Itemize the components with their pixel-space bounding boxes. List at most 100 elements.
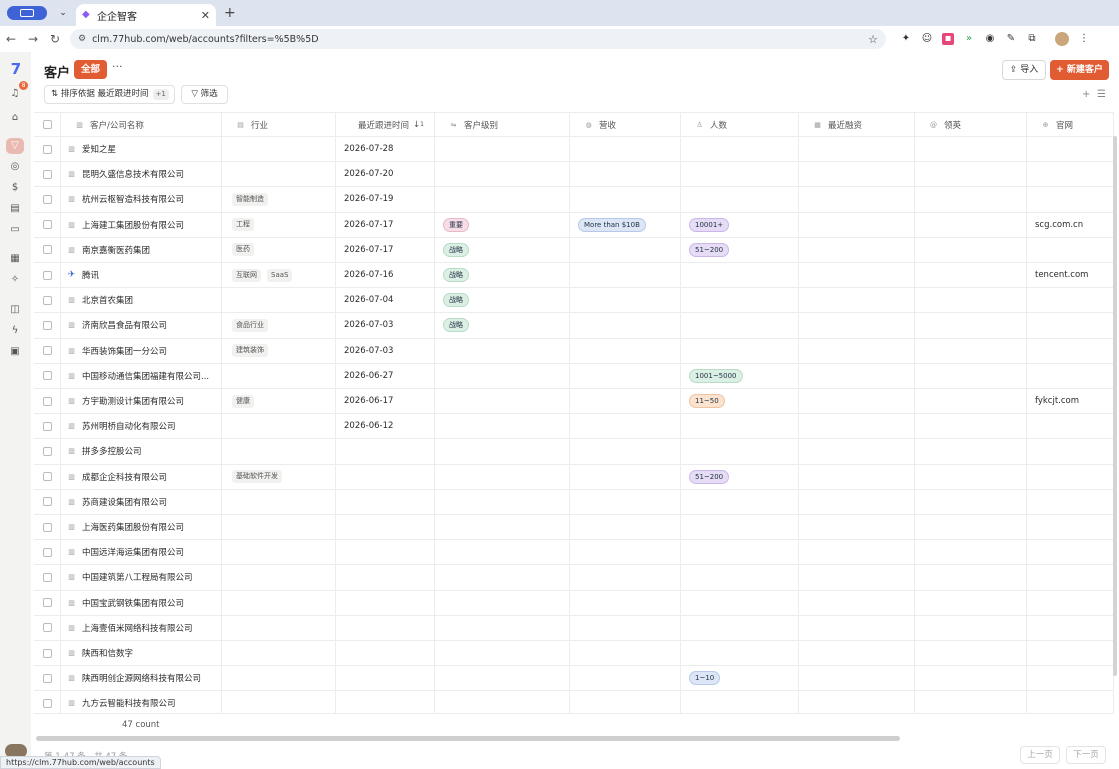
revenue-cell[interactable] xyxy=(570,615,681,640)
company-name-cell[interactable]: ▥ 中国宝武钢铁集团有限公司 xyxy=(61,590,222,615)
website-cell[interactable] xyxy=(1027,288,1114,313)
table-row[interactable]: ▥ 爱知之星 2026-07-28 xyxy=(34,137,1114,163)
account-level-cell[interactable]: 战略 xyxy=(435,237,570,262)
industry-cell[interactable]: 建筑装饰 xyxy=(222,338,336,363)
next-page-button[interactable]: 下一页 xyxy=(1066,746,1106,764)
funding-cell[interactable] xyxy=(799,615,915,640)
table-row[interactable]: ▥ 杭州云枢智造科技有限公司 智能制造 2026-07-19 xyxy=(34,187,1114,213)
window-switcher-button[interactable] xyxy=(7,6,47,20)
last-followup-cell[interactable] xyxy=(336,590,435,615)
add-column-icon[interactable]: + xyxy=(1082,89,1090,100)
funding-cell[interactable] xyxy=(799,691,915,716)
browser-menu-icon[interactable]: ⋮ xyxy=(1078,33,1090,45)
tab-search-chevron-icon[interactable]: ⌄ xyxy=(56,6,70,20)
last-followup-cell[interactable]: 2026-07-28 xyxy=(336,137,435,162)
company-name[interactable]: 方宇勘测设计集团有限公司 xyxy=(82,395,184,407)
reload-icon[interactable]: ↻ xyxy=(44,32,66,46)
account-level-cell[interactable] xyxy=(435,439,570,464)
funding-cell[interactable] xyxy=(799,212,915,237)
table-row[interactable]: ▥ 昆明久盛信息技术有限公司 2026-07-20 xyxy=(34,162,1114,188)
row-select-cell[interactable] xyxy=(34,615,61,640)
headcount-cell[interactable]: 51~200 xyxy=(681,237,799,262)
company-name[interactable]: 爱知之星 xyxy=(82,143,116,155)
website-cell[interactable] xyxy=(1027,464,1114,489)
revenue-cell[interactable] xyxy=(570,590,681,615)
row-checkbox[interactable] xyxy=(43,421,52,431)
website-cell[interactable] xyxy=(1027,162,1114,187)
website-cell[interactable] xyxy=(1027,137,1114,162)
last-followup-cell[interactable] xyxy=(336,515,435,540)
import-button[interactable]: ⇪ 导入 xyxy=(1002,60,1046,80)
website-link[interactable]: scg.com.cn xyxy=(1035,220,1083,230)
industry-cell[interactable]: 基础软件开发 xyxy=(222,464,336,489)
website-cell[interactable] xyxy=(1027,414,1114,439)
row-checkbox[interactable] xyxy=(43,396,52,406)
website-cell[interactable] xyxy=(1027,641,1114,666)
headcount-cell[interactable] xyxy=(681,313,799,338)
company-name-cell[interactable]: ▥ 中国建筑第八工程局有限公司 xyxy=(61,565,222,590)
select-all-checkbox[interactable] xyxy=(43,120,52,129)
headcount-cell[interactable] xyxy=(681,615,799,640)
revenue-cell[interactable] xyxy=(570,313,681,338)
account-level-cell[interactable] xyxy=(435,489,570,514)
funding-cell[interactable] xyxy=(799,313,915,338)
last-followup-cell[interactable] xyxy=(336,439,435,464)
company-name-cell[interactable]: ▥ 上海建工集团股份有限公司 xyxy=(61,212,222,237)
company-name-cell[interactable]: ▥ 方宇勘测设计集团有限公司 xyxy=(61,389,222,414)
sort-direction-icon[interactable]: ↓ xyxy=(413,120,420,130)
website-cell[interactable] xyxy=(1027,363,1114,388)
company-name[interactable]: 中国远洋海运集团有限公司 xyxy=(82,546,184,558)
row-select-cell[interactable] xyxy=(34,515,61,540)
last-followup-cell[interactable]: 2026-07-04 xyxy=(336,288,435,313)
last-followup-cell[interactable]: 2026-07-19 xyxy=(336,187,435,212)
headcount-cell[interactable]: 51~200 xyxy=(681,464,799,489)
row-checkbox[interactable] xyxy=(43,194,52,204)
revenue-cell[interactable] xyxy=(570,540,681,565)
company-name-cell[interactable]: ▥ 南京嘉衡医药集团 xyxy=(61,237,222,262)
table-row[interactable]: ▥ 华西装饰集团一分公司 建筑装饰 2026-07-03 xyxy=(34,338,1114,364)
script-extension-icon[interactable]: ✎ xyxy=(1005,33,1017,45)
row-checkbox[interactable] xyxy=(43,572,52,582)
industry-cell[interactable] xyxy=(222,666,336,691)
industry-cell[interactable] xyxy=(222,439,336,464)
row-checkbox[interactable] xyxy=(43,169,52,179)
company-name-cell[interactable]: ▥ 拼多多控股公司 xyxy=(61,439,222,464)
column-header[interactable]: ◍ 营收 xyxy=(570,113,681,136)
sparkle-extension-icon[interactable]: ✦ xyxy=(900,33,912,45)
revenue-cell[interactable] xyxy=(570,237,681,262)
headcount-cell[interactable] xyxy=(681,263,799,288)
table-row[interactable]: ▥ 陕西和信数字 xyxy=(34,641,1114,667)
funding-cell[interactable] xyxy=(799,464,915,489)
table-row[interactable]: ▥ 南京嘉衡医药集团 医药 2026-07-17 战略 51~200 xyxy=(34,237,1114,263)
funding-cell[interactable] xyxy=(799,439,915,464)
headcount-cell[interactable] xyxy=(681,590,799,615)
sidebar-notes-icon[interactable]: ▣ xyxy=(8,345,22,359)
row-select-cell[interactable] xyxy=(34,439,61,464)
column-header[interactable]: ♙ 人数 xyxy=(681,113,799,136)
row-checkbox[interactable] xyxy=(43,673,52,683)
pink-extension-icon[interactable]: ▪ xyxy=(942,33,954,45)
last-followup-cell[interactable]: 2026-06-12 xyxy=(336,414,435,439)
last-followup-cell[interactable] xyxy=(336,615,435,640)
site-settings-icon[interactable]: ⚙ xyxy=(78,34,86,44)
table-row[interactable]: ▥ 北京首农集团 2026-07-04 战略 xyxy=(34,288,1114,314)
account-level-cell[interactable] xyxy=(435,464,570,489)
company-name-cell[interactable]: ▥ 杭州云枢智造科技有限公司 xyxy=(61,187,222,212)
linkedin-cell[interactable] xyxy=(915,187,1027,212)
website-cell[interactable] xyxy=(1027,338,1114,363)
website-link[interactable]: fykcjt.com xyxy=(1035,396,1079,406)
funding-cell[interactable] xyxy=(799,237,915,262)
industry-cell[interactable] xyxy=(222,641,336,666)
website-cell[interactable] xyxy=(1027,489,1114,514)
company-name-cell[interactable]: ▥ 中国远洋海运集团有限公司 xyxy=(61,540,222,565)
company-name-cell[interactable]: ▥ 陕西明创企源网络科技有限公司 xyxy=(61,666,222,691)
linkedin-cell[interactable] xyxy=(915,313,1027,338)
revenue-cell[interactable] xyxy=(570,565,681,590)
website-cell[interactable] xyxy=(1027,187,1114,212)
table-row[interactable]: ▥ 中国建筑第八工程局有限公司 xyxy=(34,565,1114,591)
funding-cell[interactable] xyxy=(799,288,915,313)
table-row[interactable]: ▥ 上海医药集团股份有限公司 xyxy=(34,515,1114,541)
headcount-cell[interactable] xyxy=(681,162,799,187)
row-checkbox[interactable] xyxy=(43,698,52,708)
website-cell[interactable] xyxy=(1027,439,1114,464)
